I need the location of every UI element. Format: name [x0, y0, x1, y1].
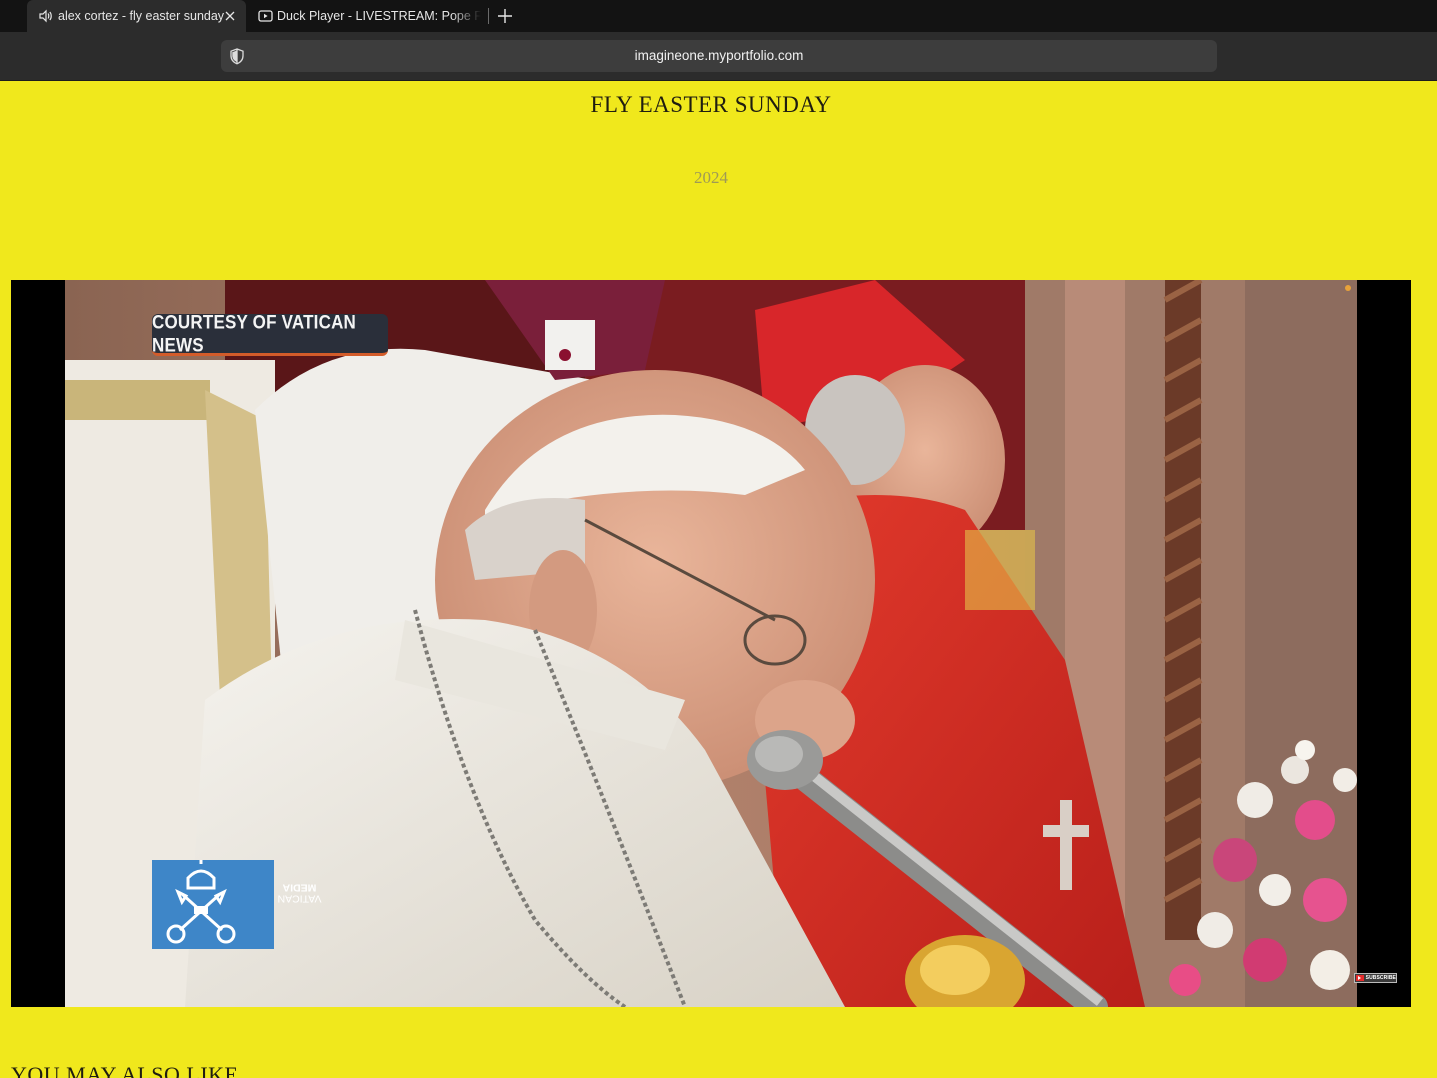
video-frame[interactable]: COURTESY OF VATICAN NEWS VATICAN MEDIA — [65, 280, 1357, 1007]
shield-icon[interactable] — [228, 47, 246, 65]
close-tab-icon[interactable] — [222, 8, 238, 24]
duck-player-icon — [258, 8, 273, 24]
tab-active[interactable]: alex cortez - fly easter sunday — [27, 0, 246, 32]
address-bar[interactable]: imagineone.myportfolio.com — [221, 40, 1217, 72]
browser-toolbar: imagineone.myportfolio.com — [0, 32, 1437, 81]
subscribe-label: SUBSCRIBE — [1365, 975, 1396, 981]
plus-icon — [498, 9, 512, 23]
address-url[interactable]: imagineone.myportfolio.com — [221, 40, 1217, 72]
page-year: 2024 — [694, 168, 728, 187]
new-tab-button[interactable] — [494, 5, 516, 27]
vatican-media-line1: VATICAN — [277, 892, 322, 905]
you-may-also-like-heading: YOU MAY ALSO LIKE — [11, 1062, 239, 1078]
subscribe-button[interactable]: SUBSCRIBE — [1354, 973, 1397, 983]
video-player[interactable]: COURTESY OF VATICAN NEWS VATICAN MEDIA S… — [11, 280, 1411, 1007]
vatican-media-line2: MEDIA — [282, 881, 317, 894]
page-title: FLY EASTER SUNDAY — [590, 92, 832, 117]
tab-separator — [488, 8, 489, 24]
tab-title: alex cortez - fly easter sunday — [58, 9, 225, 23]
courtesy-badge-text: COURTESY OF VATICAN NEWS — [152, 310, 357, 356]
tab-strip: alex cortez - fly easter sunday Duck Pla… — [0, 0, 1437, 32]
speaker-icon[interactable] — [38, 8, 54, 24]
tab-inactive[interactable]: Duck Player - LIVESTREAM: Pope Francis — [256, 0, 481, 32]
courtesy-badge: COURTESY OF VATICAN NEWS — [152, 310, 388, 356]
papal-keys-icon — [166, 860, 236, 944]
youtube-play-icon — [1356, 975, 1364, 981]
vatican-media-logo: VATICAN MEDIA — [152, 860, 321, 949]
